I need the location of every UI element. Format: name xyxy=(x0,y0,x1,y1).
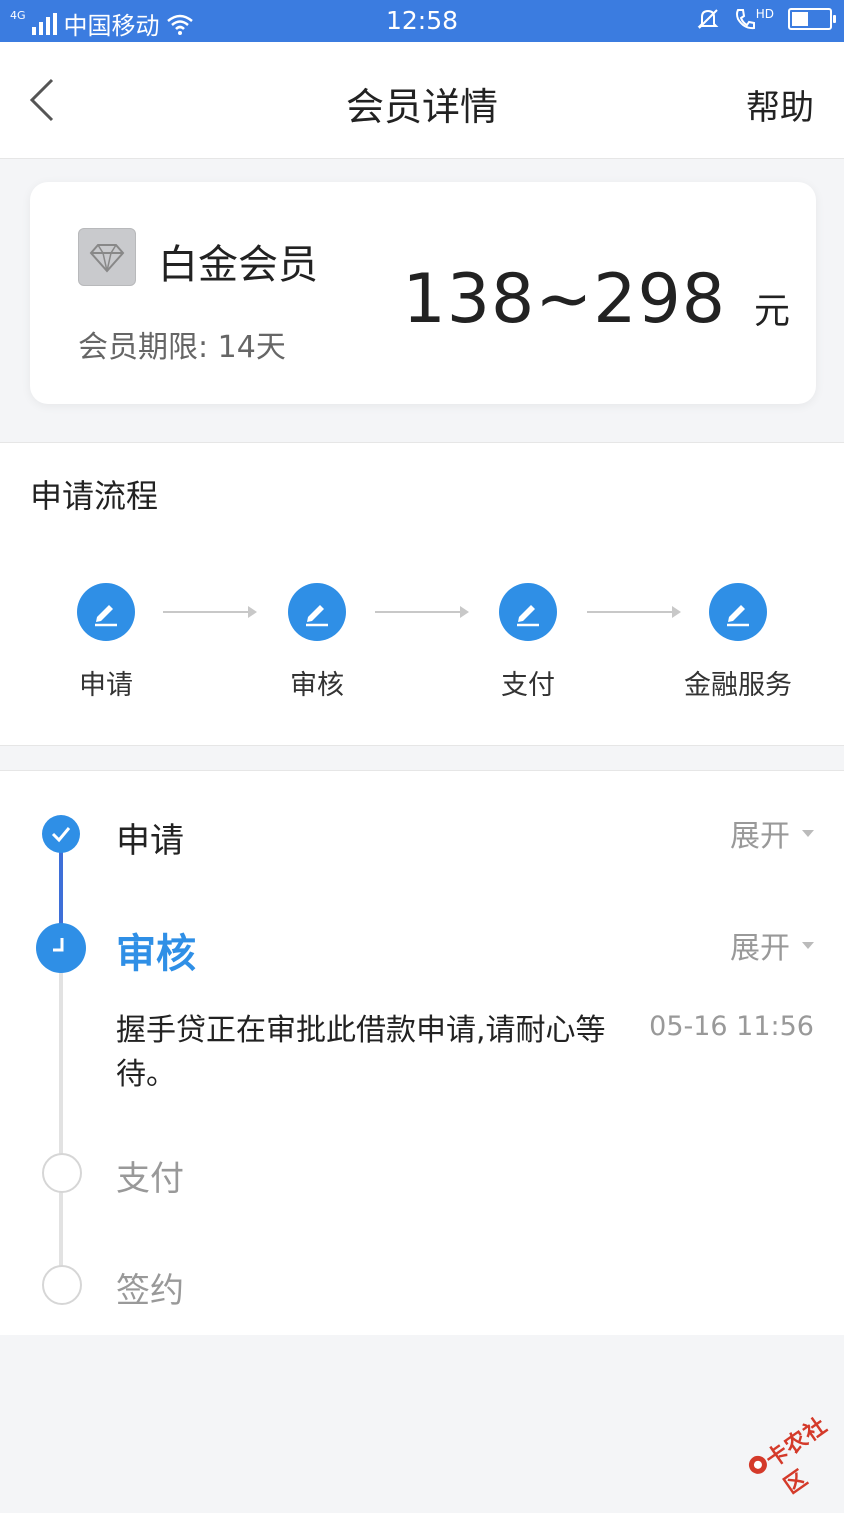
status-right: HD xyxy=(696,7,836,31)
expand-label: 展开 xyxy=(730,819,790,854)
empty-circle-icon xyxy=(42,1265,82,1305)
timeline-item-pay: 支付 xyxy=(116,1159,184,1199)
membership-name: 白金会员 xyxy=(158,242,318,288)
process-step-label: 审核 xyxy=(290,670,344,701)
bell-muted-icon xyxy=(697,9,719,29)
timeline-item-review: 审核 xyxy=(116,931,196,977)
clock-icon xyxy=(36,923,86,973)
battery-fill xyxy=(792,12,808,26)
process-step-pay: 支付 xyxy=(448,583,608,702)
membership-card: 白金会员 会员期限: 14天 138~298 元 xyxy=(30,182,816,404)
pencil-icon xyxy=(709,583,767,641)
help-button[interactable]: 帮助 xyxy=(746,80,814,129)
process-step-label: 申请 xyxy=(79,670,133,701)
caret-down-icon xyxy=(802,941,814,949)
process-step-apply: 申请 xyxy=(26,583,186,702)
pencil-icon xyxy=(499,583,557,641)
process-step-label: 金融服务 xyxy=(684,670,792,701)
expand-toggle-review[interactable]: 展开 xyxy=(730,923,814,967)
pencil-icon xyxy=(288,583,346,641)
membership-price: 138~298 xyxy=(402,260,726,339)
diamond-icon xyxy=(78,228,136,286)
page-title: 会员详情 xyxy=(345,85,498,129)
review-timestamp: 05-16 11:56 xyxy=(649,1011,814,1042)
hd-label: HD xyxy=(755,7,774,21)
timeline-connector-pending xyxy=(59,967,63,1287)
status-bar: 4G 中国移动 12:58 HD xyxy=(0,0,844,42)
watermark-logo: 卡农社区 xyxy=(729,1389,844,1501)
application-timeline: 申请 展开 审核 展开 握手贷正在审批此借款申请,请耐心等待。 05-16 11… xyxy=(0,770,844,1335)
review-description: 握手贷正在审批此借款申请,请耐心等待。 xyxy=(116,1013,606,1092)
watermark-text: 卡农社区 xyxy=(761,1412,833,1500)
caret-down-icon xyxy=(802,829,814,837)
check-icon xyxy=(42,815,80,853)
empty-circle-icon xyxy=(42,1153,82,1193)
battery-icon xyxy=(788,8,836,30)
process-step-finance: 金融服务 xyxy=(658,583,818,702)
process-title: 申请流程 xyxy=(30,477,159,515)
process-step-review: 审核 xyxy=(237,583,397,702)
process-step-label: 支付 xyxy=(501,670,555,701)
expand-toggle-apply[interactable]: 展开 xyxy=(730,811,814,855)
pencil-icon xyxy=(77,583,135,641)
hd-call-indicator: HD xyxy=(734,7,774,31)
membership-term: 会员期限: 14天 xyxy=(78,330,286,365)
price-unit: 元 xyxy=(753,291,790,332)
timeline-item-sign: 签约 xyxy=(116,1271,184,1311)
expand-label: 展开 xyxy=(730,931,790,966)
timeline-item-apply: 申请 xyxy=(116,821,184,861)
navigation-bar: 会员详情 帮助 xyxy=(0,42,844,159)
process-section-header: 申请流程 xyxy=(0,442,844,538)
process-steps: 申请 审核 支付 金融服务 xyxy=(0,537,844,746)
phone-icon xyxy=(735,9,755,30)
